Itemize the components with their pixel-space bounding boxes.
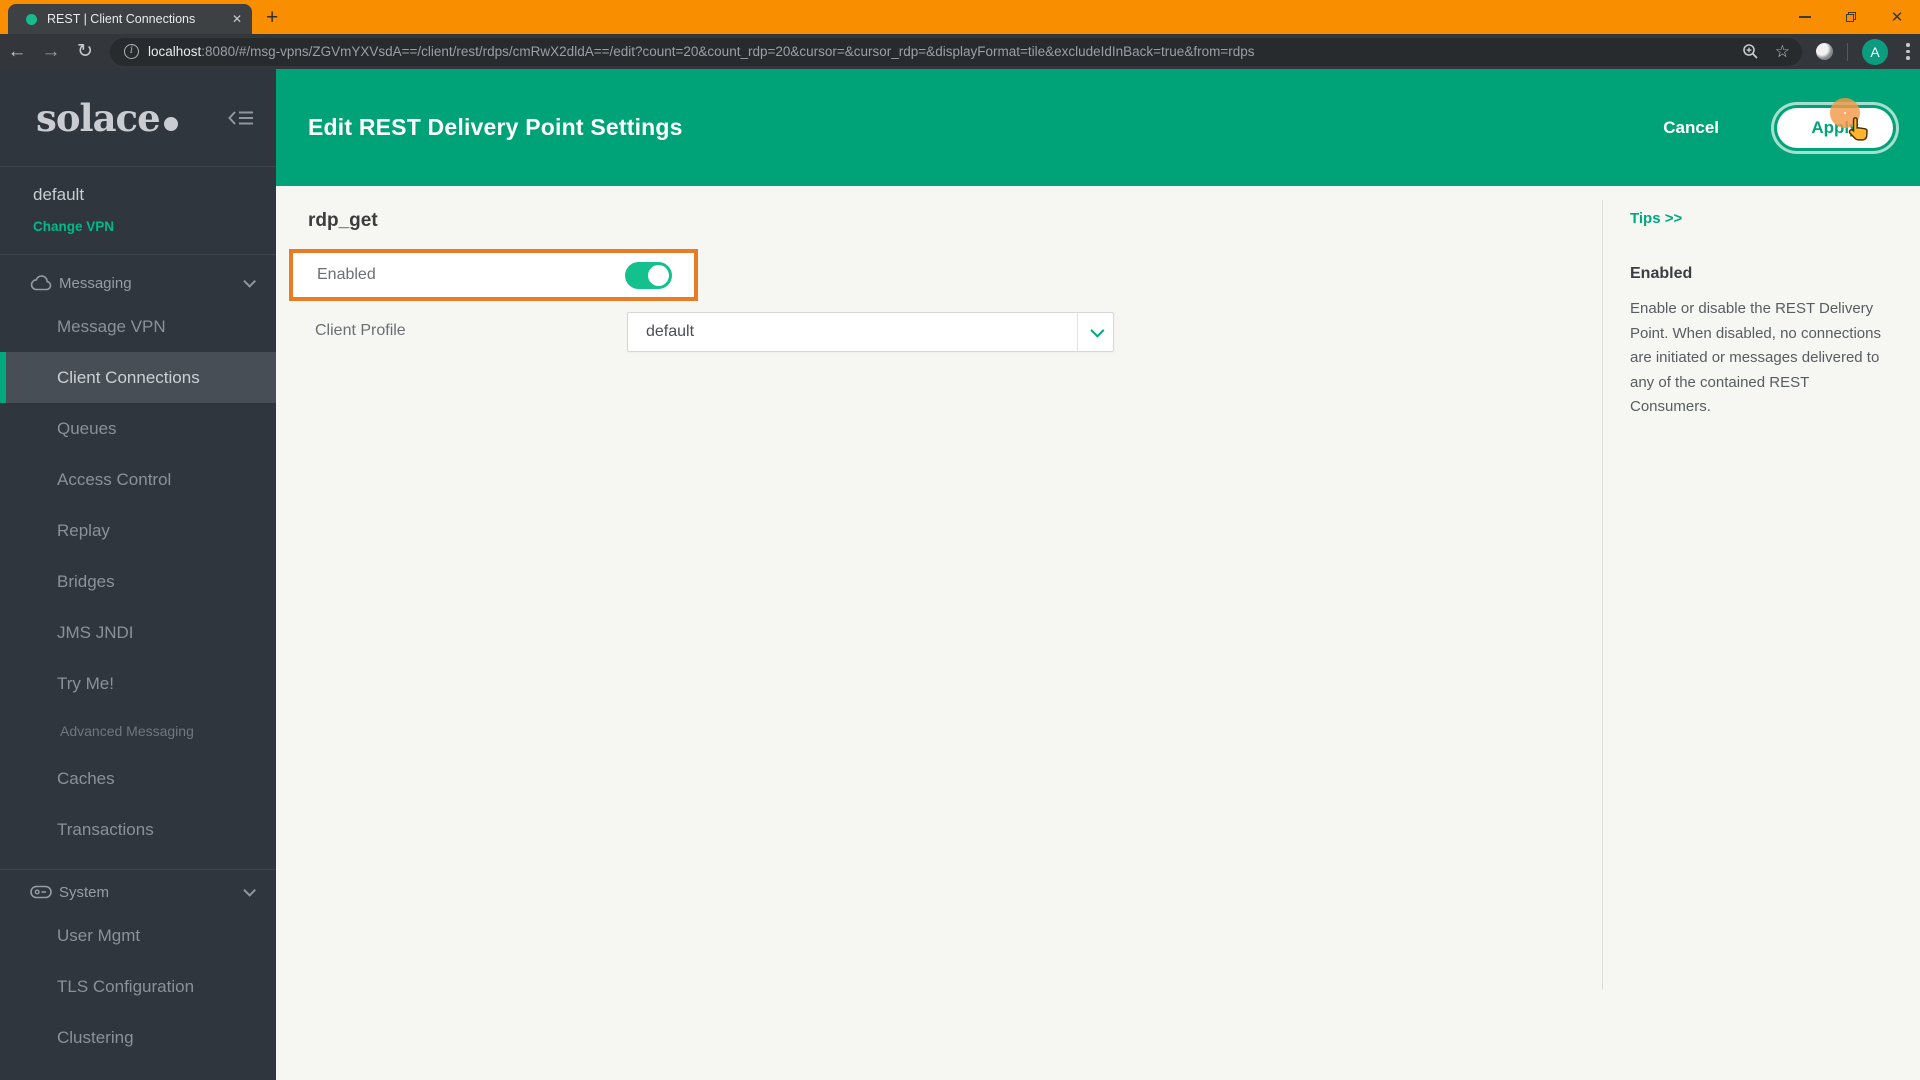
toolbar-separator: [1847, 42, 1848, 61]
sidebar-item-jms-jndi[interactable]: JMS JNDI: [0, 607, 276, 658]
solace-logo: solace: [36, 96, 178, 140]
tab-strip: REST | Client Connections ✕ + ✕: [0, 0, 1920, 34]
toggle-knob: [648, 264, 669, 286]
browser-toolbar: ← → ↻ i localhost:8080/#/msg-vpns/ZGVmYX…: [0, 34, 1920, 69]
tips-heading: Enabled: [1630, 265, 1693, 282]
client-profile-value: default: [646, 323, 695, 340]
sidebar-collapse-icon[interactable]: [228, 108, 254, 128]
browser-menu-icon[interactable]: [1902, 43, 1920, 60]
url-bar[interactable]: i localhost:8080/#/msg-vpns/ZGVmYXVsdA==…: [110, 37, 1802, 66]
page-header: Edit REST Delivery Point Settings Cancel…: [276, 69, 1920, 186]
client-profile-dropdown[interactable]: default: [627, 312, 1114, 352]
current-vpn-name: default: [33, 185, 85, 204]
sidebar-item-access-control[interactable]: Access Control: [0, 454, 276, 505]
chevron-down-icon: [243, 883, 256, 897]
url-text[interactable]: localhost:8080/#/msg-vpns/ZGVmYXVsdA==/c…: [148, 44, 1732, 59]
sidebar-item-replay[interactable]: Replay: [0, 505, 276, 556]
tips-body: Enable or disable the REST Delivery Poin…: [1630, 300, 1881, 415]
system-icon: [30, 885, 52, 899]
sidebar-subsection-advanced-messaging[interactable]: Advanced Messaging: [0, 709, 276, 753]
cloud-icon: [30, 275, 52, 291]
tab-favicon: [26, 13, 37, 25]
browser-window: REST | Client Connections ✕ + ✕ ← → ↻ i …: [0, 0, 1920, 1080]
main-content: rdp_get Enabled Client Profile default T…: [276, 186, 1920, 1080]
sidebar-item-transactions[interactable]: Transactions: [0, 804, 276, 855]
back-icon[interactable]: ←: [0, 41, 34, 63]
extension-icon[interactable]: [1816, 43, 1833, 60]
cancel-button[interactable]: Cancel: [1663, 118, 1719, 138]
client-profile-label: Client Profile: [315, 322, 406, 339]
window-controls: ✕: [1782, 0, 1920, 34]
dropdown-caret-cell[interactable]: [1077, 313, 1113, 351]
forward-icon[interactable]: →: [34, 41, 68, 63]
sidebar-section-messaging[interactable]: Messaging: [0, 265, 276, 301]
browser-tab[interactable]: REST | Client Connections ✕: [8, 4, 252, 34]
sidebar-item-message-vpn[interactable]: Message VPN: [0, 301, 276, 352]
apply-button[interactable]: Apply: [1777, 107, 1893, 148]
reload-icon[interactable]: ↻: [68, 40, 102, 63]
sidebar-item-tls-configuration[interactable]: TLS Configuration: [0, 961, 276, 1012]
close-button[interactable]: ✕: [1874, 0, 1920, 34]
sidebar-item-try-me[interactable]: Try Me!: [0, 658, 276, 709]
change-vpn-link[interactable]: Change VPN: [33, 219, 276, 234]
zoom-page-icon[interactable]: [1742, 43, 1759, 60]
tab-close-icon[interactable]: ✕: [232, 12, 242, 26]
enabled-toggle[interactable]: [625, 261, 672, 289]
solace-logo-dot: [163, 116, 178, 131]
new-tab-button[interactable]: +: [266, 7, 278, 28]
tips-panel: Tips >> Enabled Enable or disable the RE…: [1602, 200, 1920, 990]
chevron-down-icon: [243, 274, 256, 288]
sidebar-item-queues[interactable]: Queues: [0, 403, 276, 454]
sidebar-item-caches[interactable]: Caches: [0, 753, 276, 804]
url-path: :8080/#/msg-vpns/ZGVmYXVsdA==/client/res…: [201, 44, 1255, 59]
profile-avatar[interactable]: A: [1862, 38, 1888, 65]
site-info-icon[interactable]: i: [124, 44, 139, 59]
sidebar-section-system[interactable]: System: [0, 874, 276, 910]
rdp-name-heading: rdp_get: [308, 210, 378, 231]
tips-link[interactable]: Tips >>: [1630, 210, 1890, 227]
sidebar-item-client-connections[interactable]: Client Connections: [0, 352, 276, 403]
minimize-button[interactable]: [1782, 0, 1828, 34]
sidebar-item-clustering[interactable]: Clustering: [0, 1012, 276, 1063]
tab-title: REST | Client Connections: [47, 12, 196, 26]
page-title: Edit REST Delivery Point Settings: [308, 114, 683, 140]
restore-button[interactable]: [1828, 0, 1874, 34]
sidebar-nav: Messaging Message VPN Client Connections…: [0, 255, 276, 1063]
sidebar-item-bridges[interactable]: Bridges: [0, 556, 276, 607]
enabled-field-highlight: Enabled: [289, 249, 698, 301]
enabled-label: Enabled: [317, 266, 376, 283]
chevron-down-icon: [1089, 323, 1104, 338]
url-host: localhost: [148, 44, 202, 59]
sidebar: solace default Change VPN Messaging Mess…: [0, 69, 276, 1080]
sidebar-item-user-mgmt[interactable]: User Mgmt: [0, 910, 276, 961]
bookmark-star-icon[interactable]: ☆: [1775, 42, 1790, 62]
